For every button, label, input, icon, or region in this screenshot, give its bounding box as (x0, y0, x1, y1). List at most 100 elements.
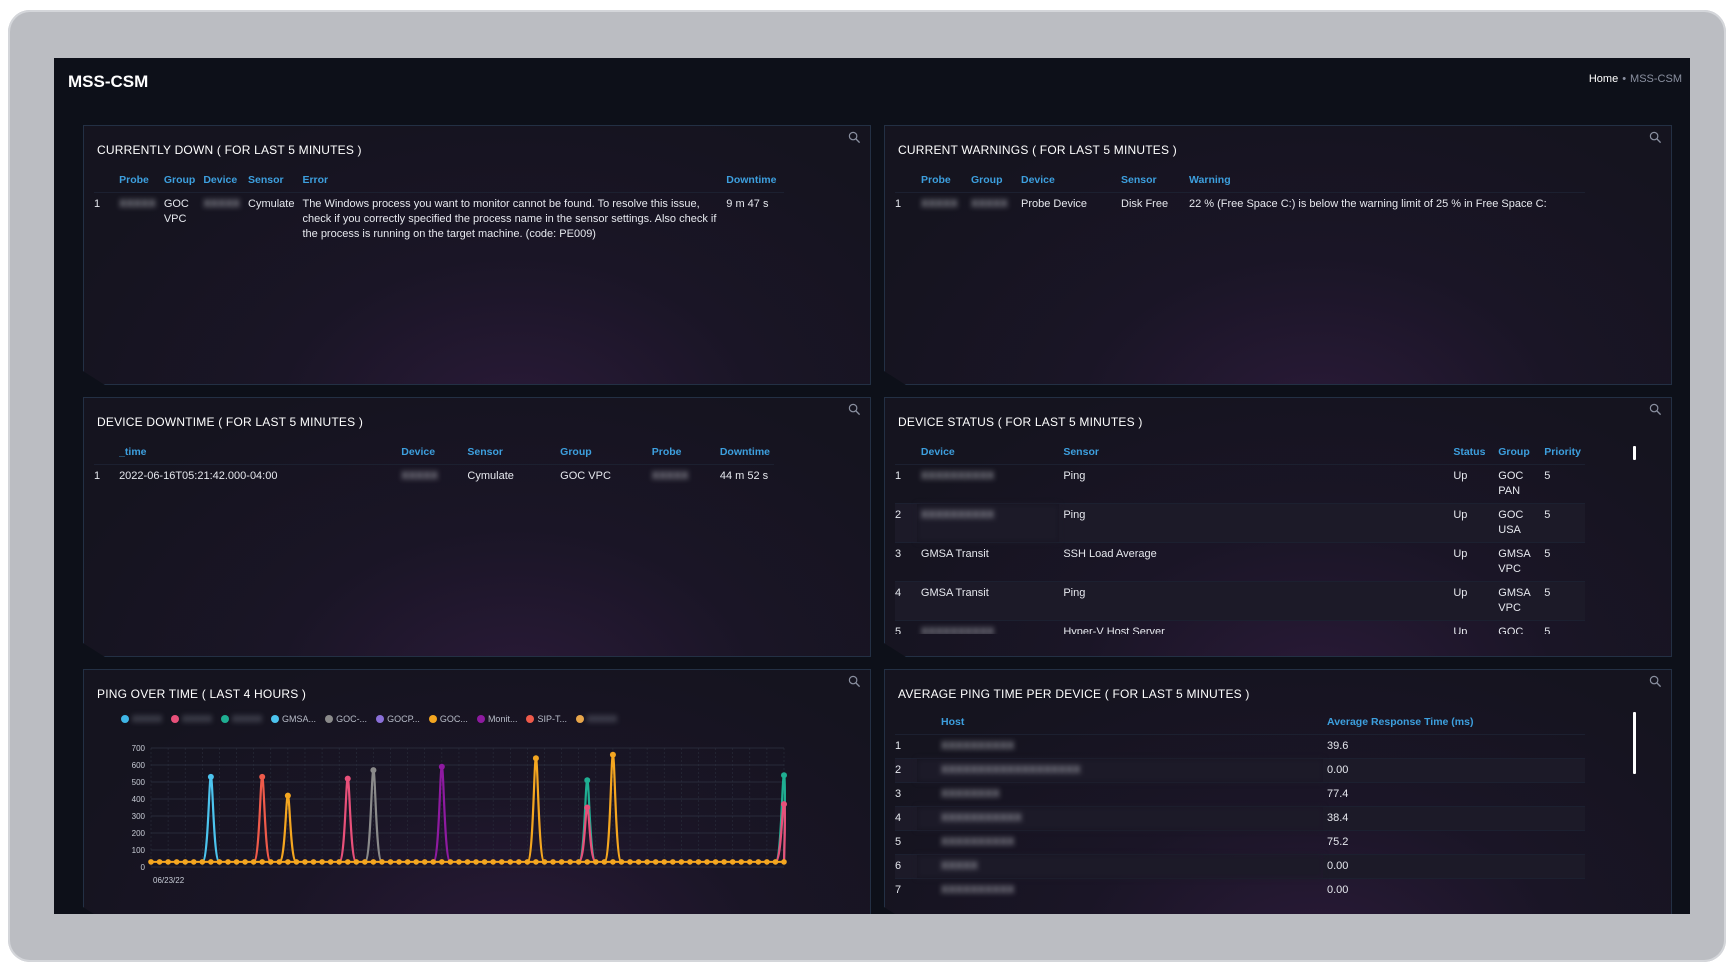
table-row[interactable]: 5 XXXXXXXXXX Hyper-V Host Server Up GOC … (895, 621, 1585, 635)
series-line (254, 777, 271, 862)
row-number: 1 (895, 193, 917, 217)
legend-item[interactable]: GMSA... (271, 714, 316, 724)
breadcrumb-home-link[interactable]: Home (1589, 73, 1618, 85)
data-point (593, 859, 599, 865)
column-header[interactable]: Device (199, 174, 244, 193)
table-row[interactable]: 1 XXXXX XXXXX Probe Device Disk Free 22 … (895, 193, 1585, 217)
table-row[interactable]: 2 XXXXXXXXXX Ping Up GOC USA 5 (895, 504, 1585, 543)
data-point (259, 774, 265, 780)
zoom-icon[interactable] (1649, 675, 1662, 688)
data-point (619, 859, 625, 865)
data-point (602, 859, 608, 865)
column-header[interactable]: Device (397, 446, 463, 465)
column-header[interactable]: Group (556, 446, 648, 465)
data-point (302, 859, 308, 865)
table-row[interactable]: 6 XXXXX 0.00 (895, 855, 1585, 879)
data-point (559, 859, 565, 865)
table-row[interactable]: 4 GMSA Transit Ping Up GMSA VPC 5 (895, 582, 1585, 621)
column-header[interactable]: Sensor (463, 446, 556, 465)
sensor-cell: SSH Load Average (1059, 543, 1449, 582)
scrollbar-thumb[interactable] (1633, 712, 1636, 774)
column-header[interactable]: Group (967, 174, 1017, 193)
table-row[interactable]: 2 XXXXXXXXXXXXXXXXXXX 0.00 (895, 759, 1585, 783)
legend-item[interactable]: Monit... (477, 714, 518, 724)
table-row[interactable]: 1 XXXXX GOC VPC XXXXX Cymulate The Windo… (94, 193, 784, 247)
legend-item[interactable]: XXXXX (121, 714, 162, 724)
column-header[interactable]: Probe (115, 174, 160, 193)
column-header[interactable]: Group (160, 174, 200, 193)
data-point (525, 859, 531, 865)
column-header[interactable]: Probe (917, 174, 967, 193)
column-header[interactable]: Probe (648, 446, 716, 465)
column-header[interactable]: Warning (1185, 174, 1585, 193)
status-cell: Up (1449, 504, 1494, 543)
table-row[interactable]: 1 2022-06-16T05:21:42.000-04:00 XXXXX Cy… (94, 465, 774, 489)
column-header[interactable]: Status (1449, 446, 1494, 465)
data-point (781, 801, 787, 807)
zoom-icon[interactable] (848, 131, 861, 144)
device-cell: XXXXX (397, 465, 463, 489)
data-point (747, 859, 753, 865)
legend-item[interactable]: XXXXX (576, 714, 617, 724)
y-tick-label: 0 (141, 863, 146, 872)
device-status-scroll[interactable]: Device Sensor Status Group Priority 1 XX… (885, 398, 1671, 634)
data-point (422, 859, 428, 865)
probe-cell: XXXXX (648, 465, 716, 489)
sensor-cell: Disk Free (1117, 193, 1185, 217)
chart-legend: XXXXX XXXXX XXXXX GMSA... GOC-... GOCP... GOC.… (121, 714, 626, 724)
column-header[interactable]: Host (917, 716, 1323, 735)
zoom-icon[interactable] (848, 675, 861, 688)
table-row[interactable]: 3 XXXXXXXX 77.4 (895, 783, 1585, 807)
group-cell: GOC VPC (160, 193, 200, 247)
host-cell: XXXXXXXXXX (917, 879, 1323, 903)
legend-item[interactable]: GOC... (429, 714, 468, 724)
priority-cell: 5 (1540, 465, 1585, 504)
legend-swatch (121, 715, 129, 723)
data-point (781, 859, 787, 865)
column-header[interactable]: _time (115, 446, 397, 465)
data-point (499, 859, 505, 865)
table-row[interactable]: 1 XXXXXXXXXX Ping Up GOC PAN 5 (895, 465, 1585, 504)
legend-item[interactable]: XXXXX (171, 714, 212, 724)
data-point (670, 859, 676, 865)
data-point (388, 859, 394, 865)
column-header[interactable]: Sensor (1059, 446, 1449, 465)
legend-swatch (477, 715, 485, 723)
data-point (311, 859, 317, 865)
data-point (713, 859, 719, 865)
legend-swatch (171, 715, 179, 723)
zoom-icon[interactable] (848, 403, 861, 416)
probe-cell: XXXXX (917, 193, 967, 217)
column-header[interactable]: Device (917, 446, 1059, 465)
data-point (756, 859, 762, 865)
legend-item[interactable]: GOCP... (376, 714, 420, 724)
x-tick-label: 06/23/22 (153, 876, 185, 885)
column-header[interactable]: Sensor (1117, 174, 1185, 193)
column-header[interactable]: Device (1017, 174, 1117, 193)
column-header[interactable]: Downtime (722, 174, 784, 193)
priority-cell: 5 (1540, 504, 1585, 543)
table-row[interactable]: 4 XXXXXXXXXXX 38.4 (895, 807, 1585, 831)
table-row[interactable]: 3 GMSA Transit SSH Load Average Up GMSA … (895, 543, 1585, 582)
zoom-icon[interactable] (1649, 131, 1662, 144)
table-row[interactable]: 1 XXXXXXXXXX 39.6 (895, 735, 1585, 759)
ping-line-chart[interactable]: 0 100 200 300 400 500 600 700 06/23/22 (84, 734, 804, 894)
column-header[interactable]: Downtime (716, 446, 774, 465)
column-header[interactable]: Group (1494, 446, 1540, 465)
y-tick-label: 500 (132, 778, 146, 787)
column-header[interactable]: Priority (1540, 446, 1585, 465)
legend-swatch (429, 715, 437, 723)
table-row[interactable]: 5 XXXXXXXXXX 75.2 (895, 831, 1585, 855)
column-header[interactable]: Error (298, 174, 722, 193)
column-header[interactable]: Sensor (244, 174, 298, 193)
row-number: 4 (895, 582, 917, 621)
legend-item[interactable]: GOC-... (325, 714, 367, 724)
row-number: 3 (895, 543, 917, 582)
column-header[interactable]: Average Response Time (ms) (1323, 716, 1585, 735)
legend-item[interactable]: XXXXX (221, 714, 262, 724)
legend-label: GOC... (439, 714, 468, 724)
table-row[interactable]: 7 XXXXXXXXXX 0.00 (895, 879, 1585, 903)
data-point (370, 767, 376, 773)
breadcrumb-current: MSS-CSM (1630, 73, 1682, 85)
legend-item[interactable]: SIP-T... (526, 714, 567, 724)
